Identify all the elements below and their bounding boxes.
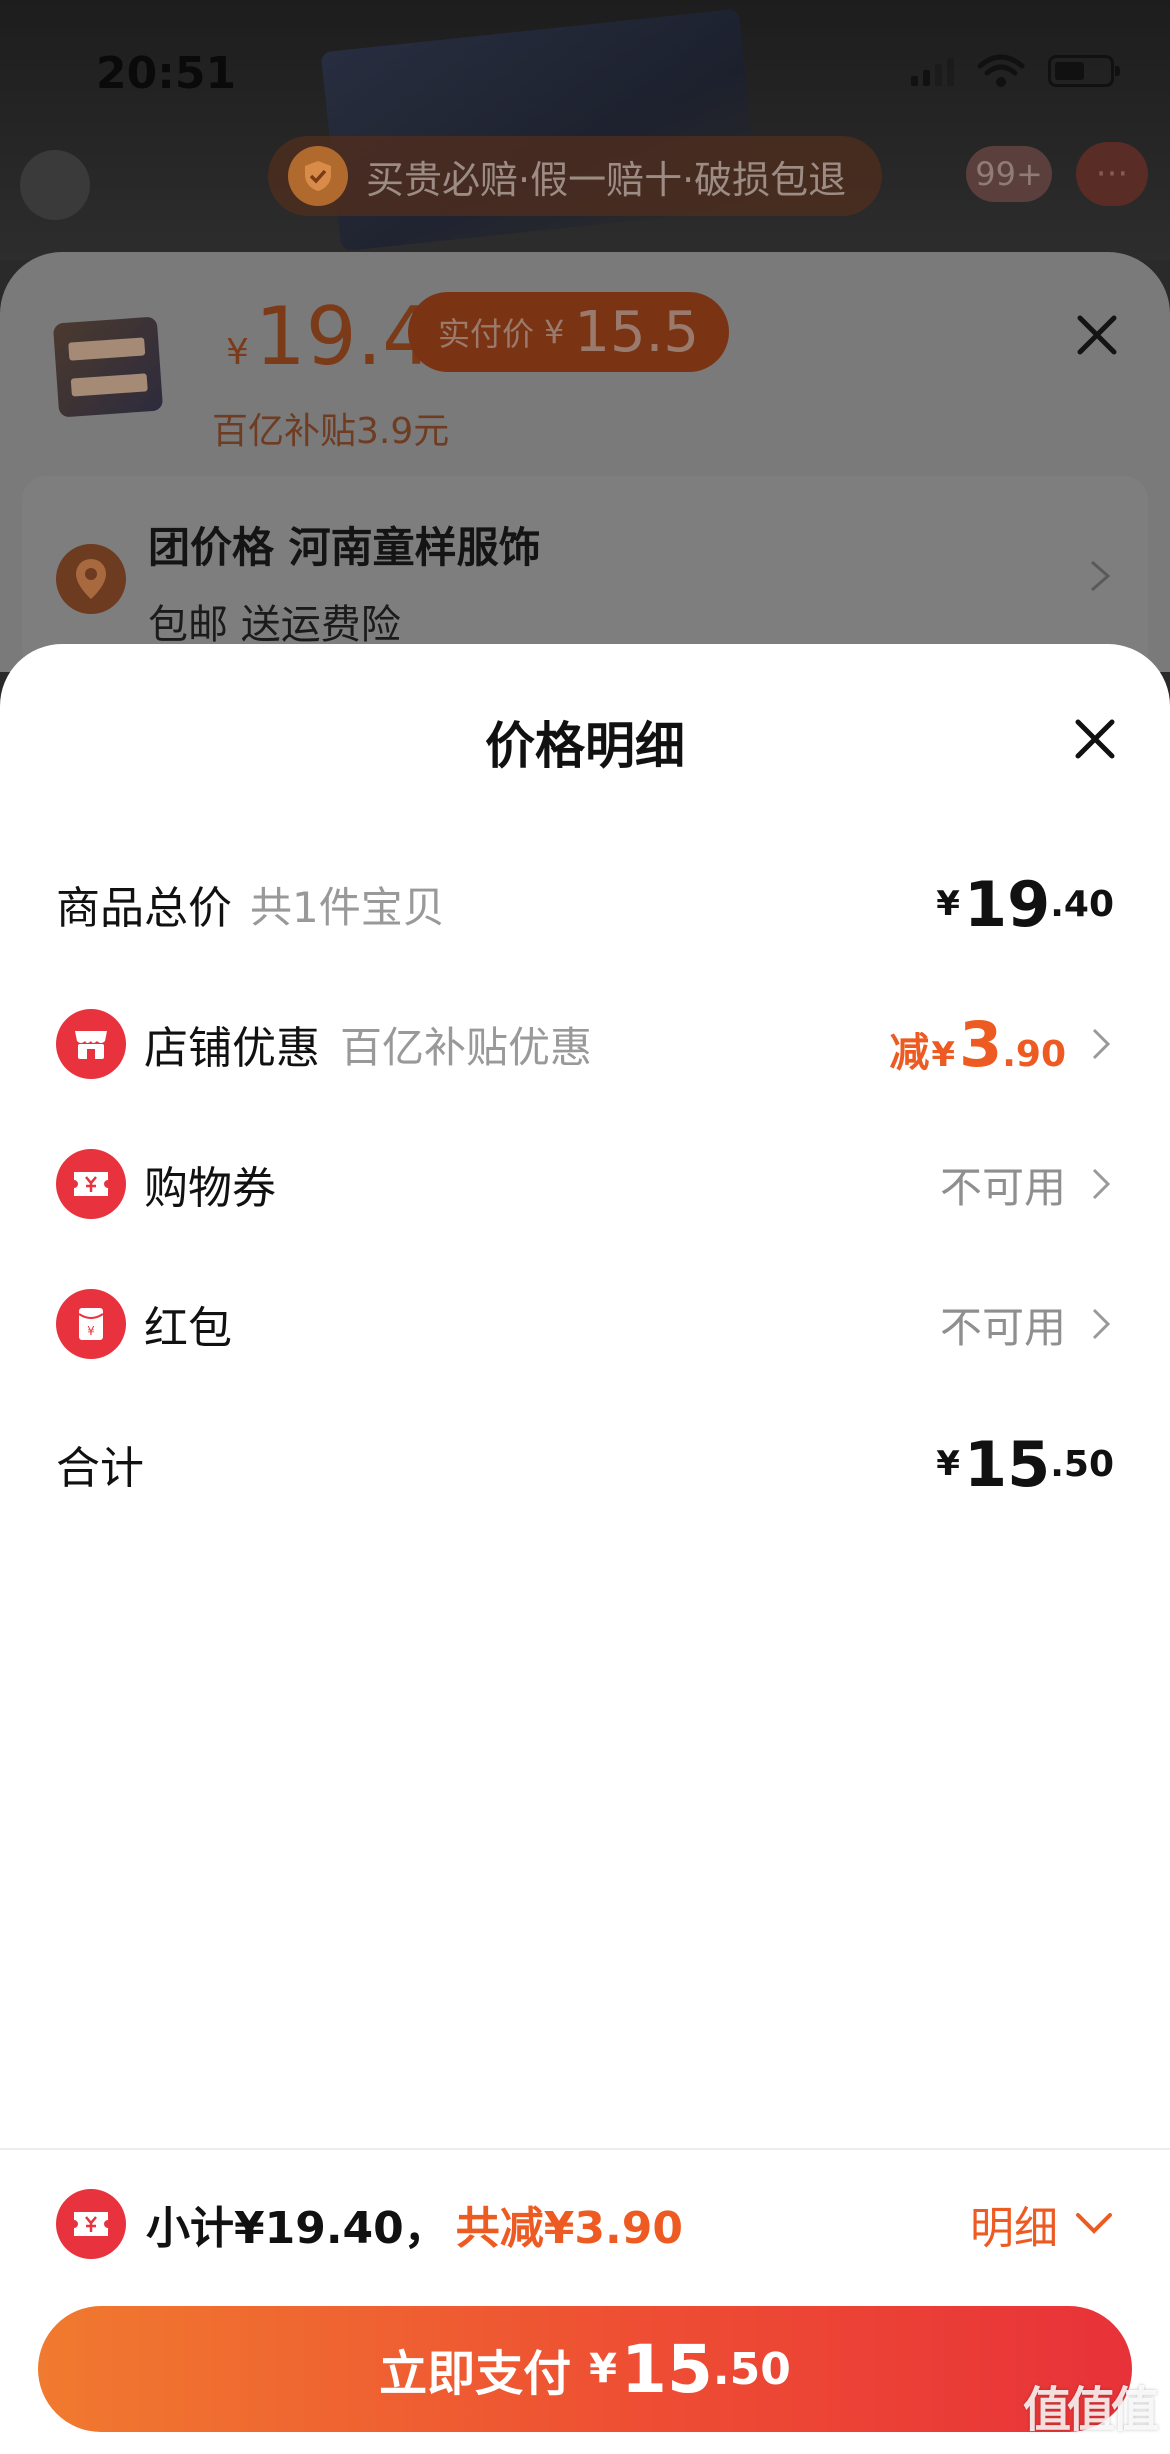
product-thumbnail (52, 316, 164, 418)
guarantee-text: 买贵必赔·假一赔十·破损包退 (366, 157, 847, 202)
actual-pay-value: 15.5 (574, 299, 700, 365)
back-button[interactable] (20, 150, 90, 220)
chevron-right-icon (1092, 1028, 1111, 1060)
close-icon[interactable] (1072, 310, 1122, 360)
detail-toggle-label: 明细 (970, 2203, 1058, 2254)
product-price: ¥ 19.4 (226, 290, 433, 383)
chevron-right-icon (1091, 560, 1111, 592)
group-price-title: 团价格 河南童样服饰 (148, 523, 541, 572)
status-icons (911, 54, 1120, 88)
red-packet-icon: ¥ (56, 1289, 126, 1359)
price-integer: 15 (963, 1427, 1051, 1501)
chevron-down-icon (1076, 2213, 1112, 2234)
price-detail-sheet: 价格明细 商品总价 共1件宝贝 ¥ 19 .40 店铺优惠 百亿补贴优惠 减 ¥… (0, 644, 1170, 2454)
coupon-label: 购物券 (144, 1163, 276, 1214)
coupon-value: 不可用 (940, 1154, 1114, 1215)
close-icon[interactable] (1070, 714, 1120, 764)
battery-icon (1048, 55, 1120, 87)
red-packet-status: 不可用 (939, 1302, 1066, 1352)
pay-amount-integer: 15 (621, 2330, 713, 2408)
red-packet-value: 不可用 (940, 1294, 1114, 1355)
sheet-title: 价格明细 (485, 717, 685, 775)
price-integer: 19 (963, 867, 1051, 941)
pay-now-button[interactable]: 立即支付 ¥ 15 .50 (38, 2306, 1132, 2432)
status-time: 20:51 (96, 48, 237, 99)
price-currency: ¥ (226, 332, 249, 373)
location-pin-icon (56, 544, 126, 614)
goods-count: 共1件宝贝 (250, 882, 445, 932)
goods-total-label: 商品总价 (56, 883, 232, 934)
price-decimal: .90 (1002, 1033, 1066, 1075)
watermark-url: zhizhizhi.com (1028, 2440, 1150, 2454)
currency-symbol: ¥ (931, 1034, 956, 1075)
minus-label: 减 (889, 1029, 930, 1076)
pay-button-label: 立即支付 (379, 2346, 572, 2402)
price-decimal: .50 (1050, 1443, 1114, 1485)
goods-total-row: 商品总价 共1件宝贝 ¥ 19 .40 (56, 864, 1114, 944)
total-price: ¥ 15 .50 (936, 1428, 1114, 1501)
more-button[interactable]: ··· (1076, 142, 1148, 206)
signal-icon (911, 56, 954, 86)
coupon-icon (56, 1149, 126, 1219)
coupon-status: 不可用 (939, 1162, 1066, 1212)
total-row: 合计 ¥ 15 .50 (56, 1424, 1114, 1504)
total-discount-text: 共减¥3.90 (455, 2203, 683, 2254)
shop-discount-label: 店铺优惠 (144, 1023, 320, 1074)
currency-symbol: ¥ (589, 2346, 618, 2392)
chevron-right-icon (1092, 1168, 1111, 1200)
goods-total-price: ¥ 19 .40 (936, 868, 1114, 941)
shop-discount-row[interactable]: 店铺优惠 百亿补贴优惠 减 ¥ 3 .90 (56, 1004, 1114, 1084)
total-label: 合计 (56, 1443, 144, 1494)
subtotal-text: 小计¥19.40， (146, 2203, 448, 2254)
guarantee-banner: 买贵必赔·假一赔十·破损包退 (268, 136, 883, 216)
chevron-right-icon (1092, 1308, 1111, 1340)
svg-text:¥: ¥ (87, 1324, 95, 1338)
shop-discount-value: 减 ¥ 3 .90 (889, 1008, 1114, 1081)
wifi-icon (977, 54, 1025, 87)
actual-pay-label: 实付价 (438, 315, 535, 353)
currency-symbol: ¥ (936, 1444, 960, 1484)
cart-badge[interactable]: 99+ (966, 146, 1052, 202)
watermark-text: 值值值 (1022, 2382, 1159, 2438)
subsidy-text: 百亿补贴3.9元 (212, 411, 450, 452)
subtotal-bar: 小计¥19.40， 共减¥3.90 明细 (56, 2184, 1114, 2264)
shop-discount-desc: 百亿补贴优惠 (340, 1022, 593, 1072)
currency-symbol: ¥ (936, 884, 960, 924)
divider (0, 2148, 1170, 2150)
pay-amount-decimal: .50 (712, 2343, 791, 2395)
shield-check-icon (288, 146, 348, 206)
detail-toggle[interactable]: 明细 (970, 2192, 1114, 2256)
shop-icon (56, 1009, 126, 1079)
watermark-logo: 值值值 zhizhizhi.com (1014, 2370, 1164, 2454)
actual-pay-currency: ¥ (544, 313, 565, 351)
group-price-subtitle: 包邮 送运费险 (148, 602, 401, 648)
coupon-icon (56, 2189, 126, 2259)
price-value: 19.4 (254, 290, 434, 383)
red-packet-row[interactable]: ¥ 红包 不可用 (56, 1284, 1114, 1364)
price-decimal: .40 (1050, 883, 1114, 925)
actual-pay-badge: 实付价 ¥ 15.5 (408, 292, 730, 372)
coupon-row[interactable]: 购物券 不可用 (56, 1144, 1114, 1224)
red-packet-label: 红包 (144, 1303, 232, 1354)
price-integer: 3 (959, 1007, 1003, 1081)
shop-discount-amount: 减 ¥ 3 .90 (889, 1008, 1066, 1081)
